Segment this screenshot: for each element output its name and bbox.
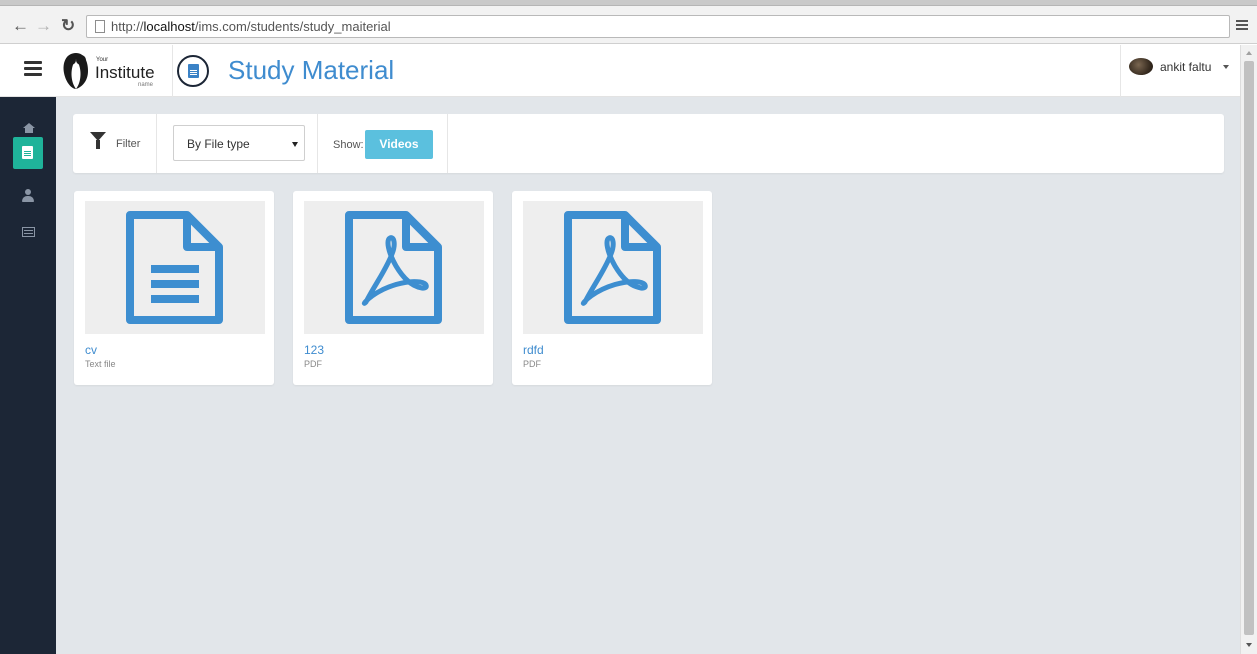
filter-label: Filter — [116, 138, 141, 150]
document-circle-icon — [177, 55, 209, 87]
card-icon — [22, 227, 35, 237]
page-scrollbar[interactable] — [1240, 45, 1257, 654]
header-divider — [172, 45, 173, 97]
file-type-select[interactable]: By File type — [173, 125, 305, 161]
filter-divider — [156, 114, 157, 173]
sidebar — [0, 97, 56, 654]
hamburger-menu-icon[interactable] — [24, 61, 42, 79]
file-card[interactable]: 123 PDF — [293, 191, 493, 385]
browser-toolbar: ← → ↻ http://localhost/ims.com/students/… — [0, 6, 1257, 44]
logo-mark-icon — [63, 53, 88, 89]
logo-name-text: name — [138, 82, 154, 88]
institute-logo[interactable]: Your Institute name — [58, 51, 168, 91]
back-arrow-icon[interactable]: ← — [12, 17, 29, 34]
address-bar[interactable]: http://localhost/ims.com/students/study_… — [86, 15, 1230, 38]
chevron-down-icon[interactable] — [1223, 65, 1229, 69]
videos-button[interactable]: Videos — [365, 130, 433, 159]
pdf-file-icon — [564, 211, 661, 324]
show-label: Show: — [333, 139, 364, 151]
user-icon-body — [22, 196, 34, 202]
reload-icon[interactable]: ↻ — [61, 17, 75, 34]
sidebar-item-profile[interactable] — [0, 185, 56, 219]
sidebar-item-study-material[interactable] — [13, 137, 43, 169]
file-thumbnail[interactable] — [523, 201, 703, 334]
page-icon — [95, 20, 105, 33]
scroll-down-arrow-icon[interactable] — [1246, 643, 1252, 647]
sidebar-item-card[interactable] — [0, 217, 56, 251]
file-type-label: PDF — [523, 359, 541, 369]
file-card[interactable]: cv Text file — [74, 191, 274, 385]
filter-bar: Filter By File type Show: Videos — [73, 114, 1224, 173]
url-text[interactable]: http://localhost/ims.com/students/study_… — [111, 19, 391, 34]
file-type-label: PDF — [304, 359, 322, 369]
home-icon — [23, 123, 35, 133]
main-content: Filter By File type Show: Videos cv Text… — [56, 97, 1240, 654]
avatar[interactable] — [1129, 58, 1153, 75]
header-divider-right — [1120, 45, 1121, 97]
filter-divider — [317, 114, 318, 173]
page-title: Study Material — [228, 55, 395, 85]
scroll-thumb[interactable] — [1244, 61, 1254, 635]
browser-menu-icon[interactable] — [1236, 20, 1248, 32]
scroll-up-arrow-icon[interactable] — [1246, 51, 1252, 55]
forward-arrow-icon[interactable]: → — [35, 17, 52, 34]
file-type-label: Text file — [85, 359, 116, 369]
file-thumbnail[interactable] — [304, 201, 484, 334]
filter-icon — [90, 132, 106, 149]
text-file-icon — [126, 211, 223, 324]
filter-divider — [447, 114, 448, 173]
file-name-link[interactable]: cv — [85, 343, 97, 357]
logo-institute-text: Institute — [95, 63, 155, 82]
file-card[interactable]: rdfd PDF — [512, 191, 712, 385]
user-name[interactable]: ankit faltu — [1160, 60, 1211, 74]
file-name-link[interactable]: rdfd — [523, 343, 544, 357]
app-header: Your Institute name Study Material ankit… — [0, 45, 1240, 97]
user-icon — [25, 189, 31, 195]
file-name-link[interactable]: 123 — [304, 343, 324, 357]
select-chevron-down-icon — [292, 142, 298, 147]
document-icon — [22, 146, 33, 159]
file-thumbnail[interactable] — [85, 201, 265, 334]
pdf-file-icon — [345, 211, 442, 324]
file-type-select-value: By File type — [187, 137, 250, 151]
